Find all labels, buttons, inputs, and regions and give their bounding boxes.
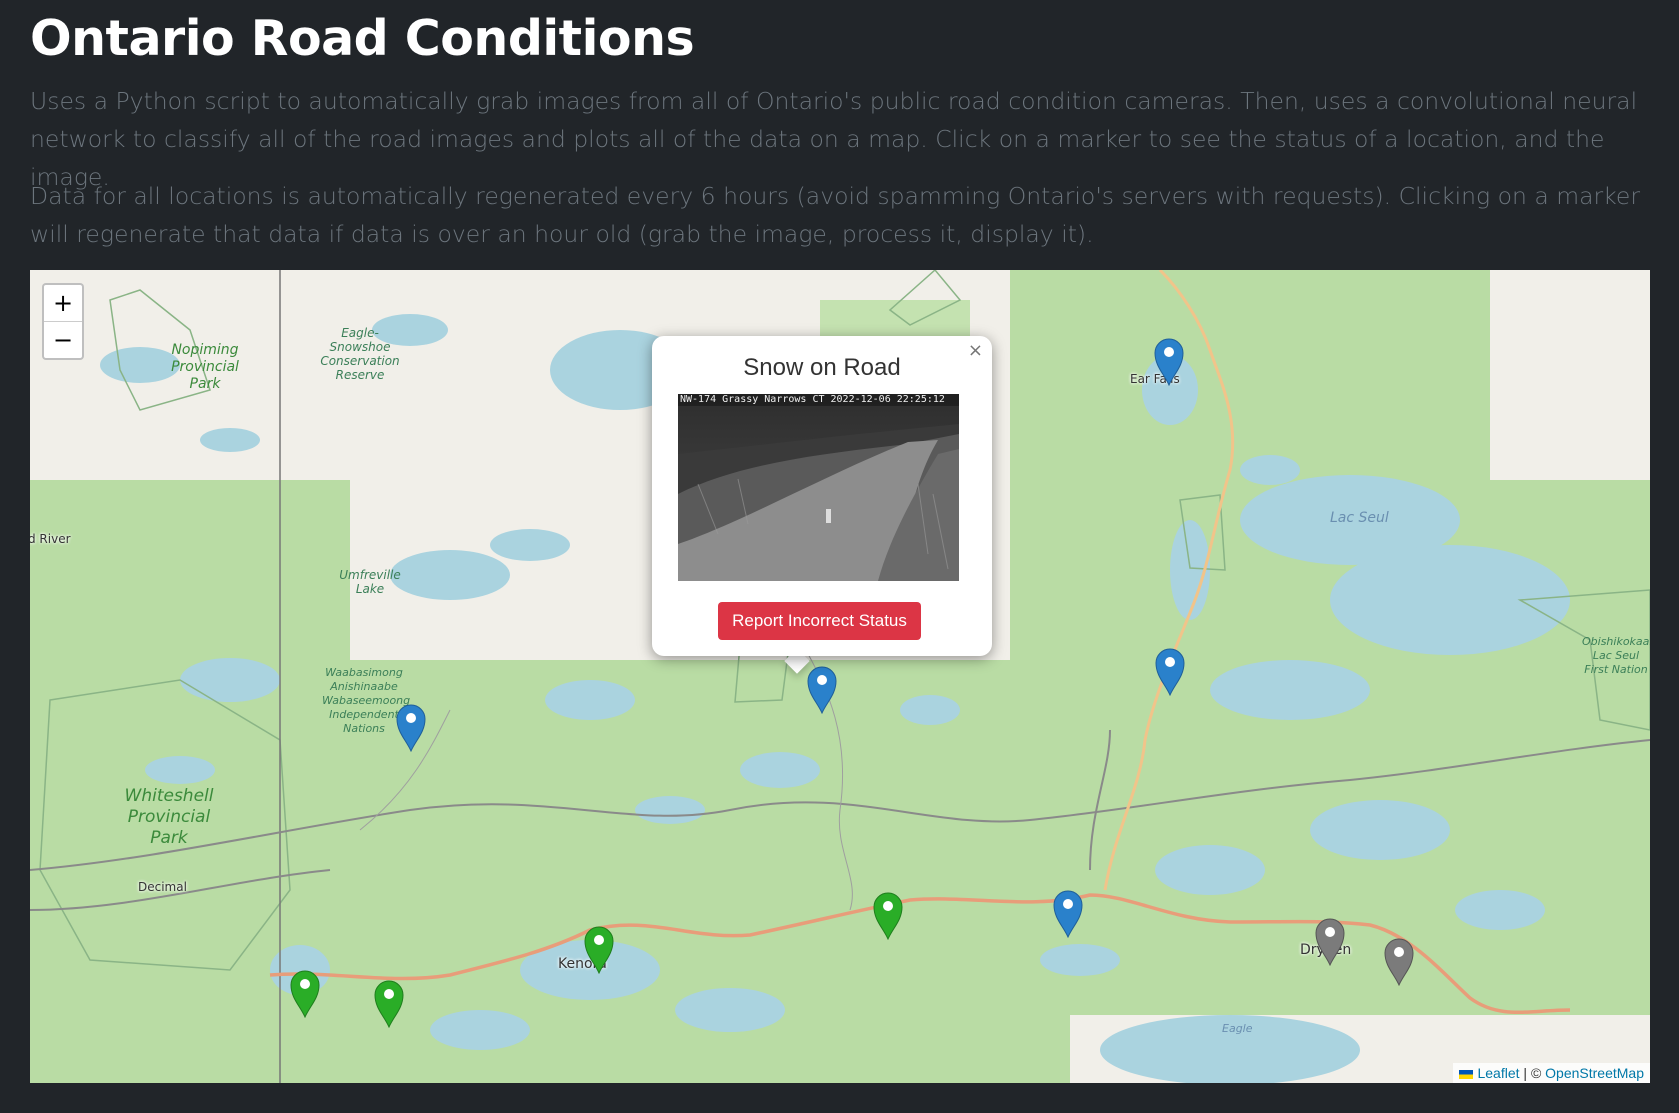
reserve-label-eagle-snowshoe: Eagle-Snowshoe Conservation Reserve <box>320 326 400 382</box>
camera-marker-blue[interactable] <box>1154 338 1184 386</box>
popup-status-title: Snow on Road <box>743 354 901 381</box>
camera-caption: NW-174 Grassy Narrows CT 2022-12-06 22:2… <box>680 394 945 405</box>
camera-marker-blue-selected[interactable] <box>807 666 837 714</box>
camera-marker-blue[interactable] <box>396 704 426 752</box>
camera-marker-green[interactable] <box>873 892 903 940</box>
ukraine-flag-icon <box>1459 1069 1474 1079</box>
page-description-update-policy: Data for all locations is automatically … <box>30 182 1641 248</box>
lake-label-eagle: Eagle <box>1222 1022 1253 1035</box>
attribution-separator: | © <box>1519 1065 1546 1081</box>
camera-marker-grey[interactable] <box>1384 938 1414 986</box>
river-label: d River <box>30 532 71 546</box>
road-conditions-map[interactable]: + − Nopiming Provincial Park Eagle-Snows… <box>30 270 1650 1083</box>
road-camera-photo <box>678 394 959 581</box>
first-nation-label-obishikokaang: Obishikokaang Lac Seul First Nation <box>1582 635 1650 676</box>
camera-marker-grey[interactable] <box>1315 918 1345 966</box>
report-incorrect-status-button[interactable]: Report Incorrect Status <box>718 602 921 640</box>
camera-status-popup: × Snow on Road NW-174 Grassy Narrows CT … <box>652 336 992 656</box>
park-label-whiteshell: Whiteshell Provincial Park <box>124 786 214 848</box>
map-attribution: Leaflet | © OpenStreetMap <box>1453 1063 1650 1083</box>
lake-label-lac-seul: Lac Seul <box>1330 510 1389 526</box>
park-label-nopiming: Nopiming Provincial Park <box>171 342 239 392</box>
camera-marker-blue[interactable] <box>1053 890 1083 938</box>
camera-marker-green[interactable] <box>374 980 404 1028</box>
camera-marker-green[interactable] <box>290 970 320 1018</box>
page-title: Ontario Road Conditions <box>30 10 695 67</box>
zoom-control: + − <box>42 283 84 360</box>
lake-label-umfreville: Umfreville Lake <box>339 568 401 596</box>
openstreetmap-link[interactable]: OpenStreetMap <box>1545 1065 1644 1081</box>
road-camera-image: NW-174 Grassy Narrows CT 2022-12-06 22:2… <box>678 394 959 581</box>
leaflet-link[interactable]: Leaflet <box>1477 1065 1519 1081</box>
zoom-out-button[interactable]: − <box>44 321 82 358</box>
zoom-in-button[interactable]: + <box>44 285 82 321</box>
camera-marker-green[interactable] <box>584 926 614 974</box>
camera-marker-blue[interactable] <box>1155 648 1185 696</box>
first-nation-label-waabasimong: Waabasimong Anishinaabe Wabaseemoong Ind… <box>322 666 411 735</box>
place-label-decimal: Decimal <box>138 880 187 894</box>
